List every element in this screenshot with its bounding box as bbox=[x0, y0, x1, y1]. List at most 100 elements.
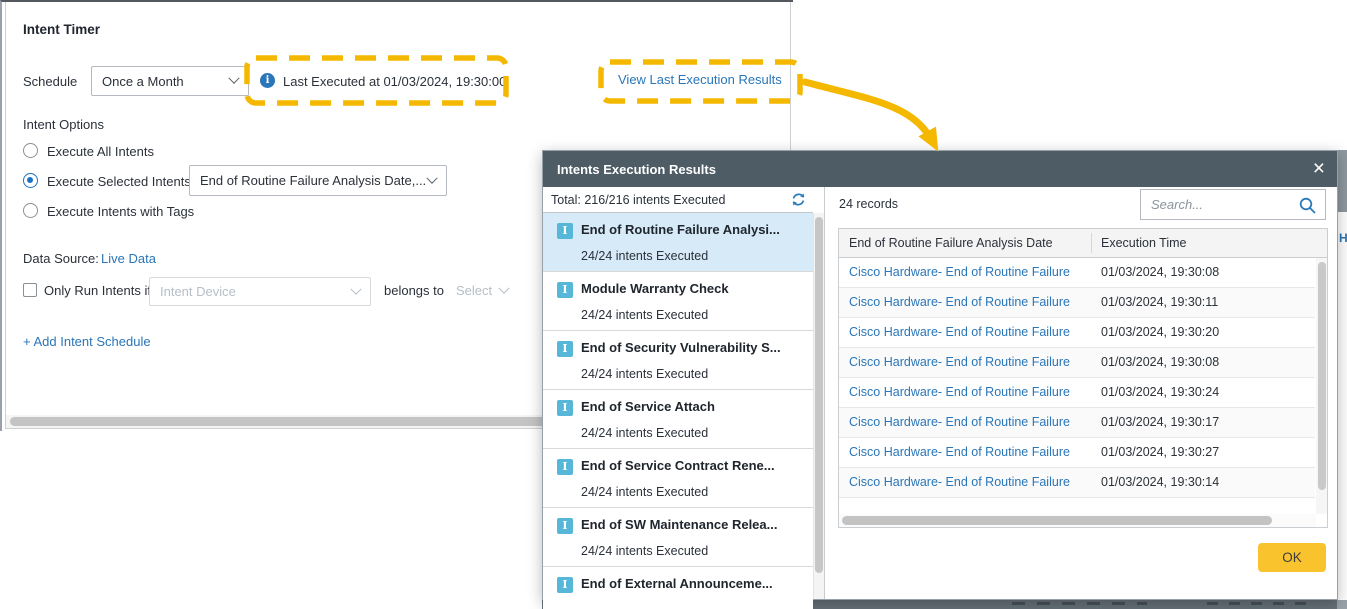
screen: Intent Timer Schedule Once a Month i Las… bbox=[0, 0, 1347, 609]
table-horizontal-scrollbar[interactable] bbox=[839, 514, 1316, 527]
only-run-intents-label: Only Run Intents if bbox=[44, 283, 151, 298]
dialog-header: Intents Execution Results × bbox=[543, 151, 1337, 187]
intent-name: End of Routine Failure Analysi... bbox=[581, 222, 780, 237]
belongs-to-label: belongs to bbox=[384, 283, 444, 298]
radio-execute-intents-with-tags-label: Execute Intents with Tags bbox=[47, 204, 194, 219]
table-vertical-scrollbar[interactable] bbox=[1316, 258, 1327, 514]
intent-result-link[interactable]: Cisco Hardware- End of Routine Failure bbox=[849, 325, 1087, 339]
intent-list-item[interactable]: I End of Routine Failure Analysi... 24/2… bbox=[543, 213, 813, 272]
table-row: Cisco Hardware- End of Routine Failure 0… bbox=[839, 318, 1315, 348]
intent-status: 24/24 intents Executed bbox=[581, 485, 708, 499]
intent-list-item[interactable]: I End of Service Attach 24/24 intents Ex… bbox=[543, 390, 813, 449]
ok-button[interactable]: OK bbox=[1258, 543, 1326, 572]
intent-name: End of SW Maintenance Relea... bbox=[581, 517, 777, 532]
intent-list-item[interactable]: I End of Service Contract Rene... 24/24 … bbox=[543, 449, 813, 508]
chevron-down-icon bbox=[228, 73, 239, 84]
intent-result-link[interactable]: Cisco Hardware- End of Routine Failure bbox=[849, 265, 1087, 279]
column-header-time: Execution Time bbox=[1101, 236, 1186, 250]
execution-time: 01/03/2024, 19:30:20 bbox=[1101, 325, 1219, 339]
table-row: Cisco Hardware- End of Routine Failure 0… bbox=[839, 258, 1315, 288]
intent-result-link[interactable]: Cisco Hardware- End of Routine Failure bbox=[849, 475, 1087, 489]
selected-intents-dropdown-value: End of Routine Failure Analysis Date,... bbox=[200, 173, 426, 188]
intent-result-link[interactable]: Cisco Hardware- End of Routine Failure bbox=[849, 415, 1087, 429]
table-row: Cisco Hardware- End of Routine Failure 0… bbox=[839, 468, 1315, 498]
background-fragment bbox=[1337, 600, 1347, 609]
intent-result-link[interactable]: Cisco Hardware- End of Routine Failure bbox=[849, 445, 1087, 459]
refresh-icon[interactable] bbox=[790, 191, 807, 208]
intent-icon: I bbox=[557, 577, 573, 593]
view-last-execution-results-link[interactable]: View Last Execution Results bbox=[618, 72, 782, 87]
radio-execute-all-intents-label: Execute All Intents bbox=[47, 144, 154, 159]
selected-intents-dropdown[interactable]: End of Routine Failure Analysis Date,... bbox=[189, 165, 447, 196]
intent-icon: I bbox=[557, 282, 573, 298]
intent-icon: I bbox=[557, 459, 573, 475]
intent-list-item[interactable]: I Module Warranty Check 24/24 intents Ex… bbox=[543, 272, 813, 331]
intent-status: 24/24 intents Executed bbox=[581, 367, 708, 381]
intent-status: 24/24 intents Executed bbox=[581, 308, 708, 322]
intents-list-scrollbar[interactable] bbox=[813, 213, 824, 599]
execution-time: 01/03/2024, 19:30:17 bbox=[1101, 415, 1219, 429]
last-executed-text: Last Executed at 01/03/2024, 19:30:00 bbox=[283, 74, 506, 89]
execution-results-table: End of Routine Failure Analysis Date Exe… bbox=[838, 228, 1328, 528]
schedule-dropdown[interactable]: Once a Month bbox=[91, 66, 249, 96]
table-row: Cisco Hardware- End of Routine Failure 0… bbox=[839, 438, 1315, 468]
intent-result-link[interactable]: Cisco Hardware- End of Routine Failure bbox=[849, 385, 1087, 399]
intent-status: 24/24 intents Executed bbox=[581, 249, 708, 263]
table-row: Cisco Hardware- End of Routine Failure 0… bbox=[839, 348, 1315, 378]
execution-time: 01/03/2024, 19:30:11 bbox=[1101, 295, 1218, 309]
total-row: Total: 216/216 intents Executed bbox=[543, 187, 813, 213]
data-source-label: Data Source: bbox=[23, 251, 99, 266]
records-count: 24 records bbox=[839, 197, 898, 211]
radio-execute-intents-with-tags[interactable] bbox=[23, 203, 38, 218]
background-text-marks bbox=[1207, 602, 1307, 605]
execution-time: 01/03/2024, 19:30:08 bbox=[1101, 355, 1219, 369]
belongs-to-select-dropdown[interactable]: Select bbox=[456, 283, 508, 298]
execution-time: 01/03/2024, 19:30:27 bbox=[1101, 445, 1219, 459]
search-box bbox=[1140, 189, 1326, 220]
radio-execute-selected-intents-label: Execute Selected Intents bbox=[47, 174, 191, 189]
info-icon: i bbox=[260, 73, 275, 88]
intent-options-label: Intent Options bbox=[23, 117, 104, 132]
table-vertical-scrollbar-thumb[interactable] bbox=[1318, 262, 1326, 490]
intent-result-link[interactable]: Cisco Hardware- End of Routine Failure bbox=[849, 295, 1087, 309]
column-divider bbox=[1091, 233, 1092, 253]
intent-list-item[interactable]: I End of Security Vulnerability S... 24/… bbox=[543, 331, 813, 390]
radio-execute-all-intents[interactable] bbox=[23, 143, 38, 158]
execution-time: 01/03/2024, 19:30:08 bbox=[1101, 265, 1219, 279]
table-header-row: End of Routine Failure Analysis Date Exe… bbox=[839, 229, 1327, 258]
intent-name: End of Security Vulnerability S... bbox=[581, 340, 781, 355]
schedule-dropdown-value: Once a Month bbox=[102, 74, 184, 89]
intent-name: Module Warranty Check bbox=[581, 281, 729, 296]
total-executed-text: Total: 216/216 intents Executed bbox=[551, 193, 725, 207]
table-horizontal-scrollbar-thumb[interactable] bbox=[842, 516, 1272, 525]
intent-icon: I bbox=[557, 518, 573, 534]
intent-list-item[interactable]: I End of SW Maintenance Relea... 24/24 i… bbox=[543, 508, 813, 567]
intents-list-scrollbar-thumb[interactable] bbox=[815, 217, 823, 573]
intent-status: 24/24 intents Executed bbox=[581, 426, 708, 440]
intent-status: 24/24 intents Executed bbox=[581, 544, 708, 558]
schedule-label: Schedule bbox=[23, 74, 77, 89]
search-icon[interactable] bbox=[1298, 196, 1317, 215]
intents-list-pane: Total: 216/216 intents Executed I End of… bbox=[543, 187, 825, 599]
close-icon[interactable]: × bbox=[1313, 159, 1325, 179]
chevron-down-icon bbox=[350, 283, 361, 294]
dialog-title: Intents Execution Results bbox=[557, 162, 716, 177]
column-header-date: End of Routine Failure Analysis Date bbox=[849, 236, 1053, 250]
background-text-marks bbox=[1012, 602, 1147, 605]
data-source-link[interactable]: Live Data bbox=[101, 251, 156, 266]
intent-icon: I bbox=[557, 400, 573, 416]
add-intent-schedule-link[interactable]: + Add Intent Schedule bbox=[23, 334, 151, 349]
radio-execute-selected-intents[interactable] bbox=[23, 173, 38, 188]
table-row: Cisco Hardware- End of Routine Failure 0… bbox=[839, 408, 1315, 438]
intent-icon: I bbox=[557, 223, 573, 239]
only-run-intents-checkbox[interactable] bbox=[23, 283, 37, 297]
intent-result-link[interactable]: Cisco Hardware- End of Routine Failure bbox=[849, 355, 1087, 369]
table-row: Cisco Hardware- End of Routine Failure 0… bbox=[839, 378, 1315, 408]
intent-device-dropdown[interactable]: Intent Device bbox=[149, 277, 371, 306]
intent-list-item[interactable]: I End of External Announceme... bbox=[543, 567, 813, 609]
results-pane: 24 records End of Routine Failure Analys… bbox=[825, 187, 1337, 599]
background-fragment bbox=[1337, 150, 1347, 212]
belongs-to-select-placeholder: Select bbox=[456, 283, 492, 298]
table-row: Cisco Hardware- End of Routine Failure 0… bbox=[839, 288, 1315, 318]
execution-time: 01/03/2024, 19:30:24 bbox=[1101, 385, 1219, 399]
